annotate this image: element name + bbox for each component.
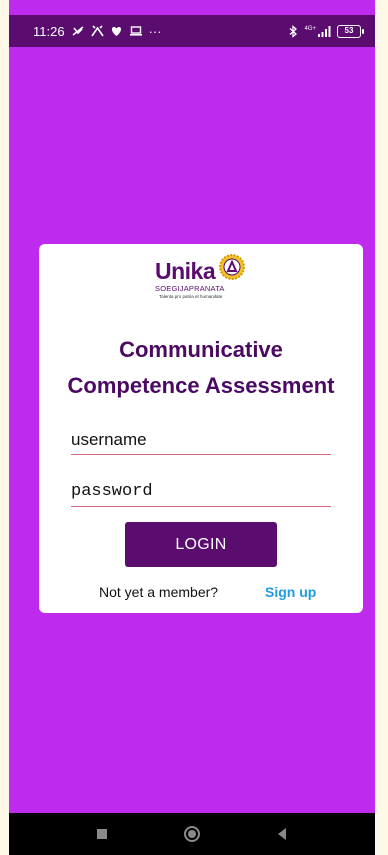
title-line-1: Communicative xyxy=(119,337,283,362)
back-icon[interactable] xyxy=(272,824,292,844)
status-right: 4G+ 53 xyxy=(288,24,364,38)
status-time: 11:26 xyxy=(33,23,65,39)
signal-icon: 4G+ xyxy=(304,25,331,37)
logo-subtitle: SOEGIJAPRANATA xyxy=(155,284,225,293)
battery-icon: 53 xyxy=(337,24,364,38)
status-bar: 11:26 ··· 4G+ 53 xyxy=(9,15,375,47)
heart-chat-icon xyxy=(110,25,123,37)
page-title: Communicative Competence Assessment xyxy=(39,332,363,404)
login-card: Unika SOEGIJAPRANATA Talenta pro patria … xyxy=(39,244,363,613)
login-button[interactable]: LOGIN xyxy=(125,522,277,567)
title-line-2: Competence Assessment xyxy=(67,373,335,398)
username-field[interactable] xyxy=(71,427,331,455)
recents-icon[interactable] xyxy=(92,824,112,844)
data-saver-off-icon xyxy=(71,25,85,37)
signup-link[interactable]: Sign up xyxy=(265,584,316,600)
network-type: 4G+ xyxy=(304,25,316,32)
password-field[interactable] xyxy=(71,479,331,507)
home-icon[interactable] xyxy=(182,824,202,844)
app-notification-icon xyxy=(90,25,104,37)
laptop-icon xyxy=(129,25,143,37)
battery-level: 53 xyxy=(344,26,354,35)
more-notifications-icon: ··· xyxy=(148,23,162,39)
logo-tagline: Talenta pro patria et humanitate xyxy=(159,294,223,299)
unika-logo: Unika SOEGIJAPRANATA Talenta pro patria … xyxy=(155,254,255,300)
navigation-bar xyxy=(9,813,375,855)
emblem-icon xyxy=(219,254,245,280)
bluetooth-icon xyxy=(288,24,298,38)
signup-row: Not yet a member? Sign up xyxy=(39,584,363,604)
signup-prompt: Not yet a member? xyxy=(99,584,219,600)
app-screen: 11:26 ··· 4G+ 53 Unika SOEGIJAPRANATA Ta… xyxy=(9,0,375,855)
logo-name: Unika xyxy=(155,258,216,284)
status-left: 11:26 ··· xyxy=(33,24,162,39)
